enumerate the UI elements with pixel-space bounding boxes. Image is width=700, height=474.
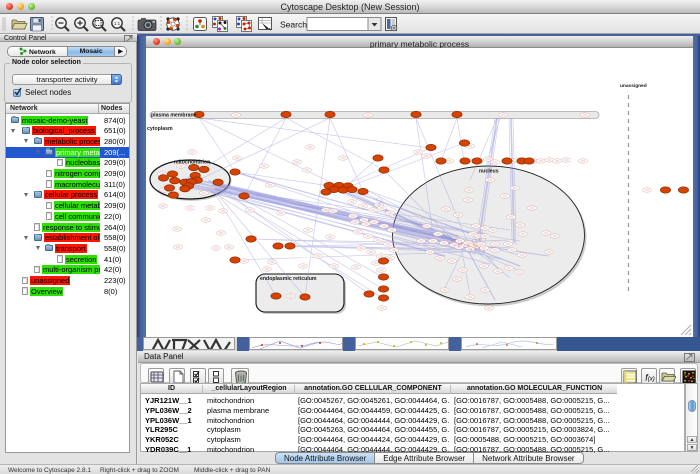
svg-text:plasma membrane: plasma membrane xyxy=(151,113,197,119)
svg-text:cytoplasm: cytoplasm xyxy=(147,126,173,132)
svg-text:f(x): f(x) xyxy=(645,372,655,382)
svg-text:endoplasmic reticulum: endoplasmic reticulum xyxy=(260,276,317,282)
svg-text:unassigned: unassigned xyxy=(620,83,647,89)
svg-text:Search:: Search: xyxy=(280,20,309,30)
svg-text:nucleus: nucleus xyxy=(479,169,499,175)
svg-text:mitochondrion: mitochondrion xyxy=(174,160,210,166)
svg-text:1:1: 1:1 xyxy=(114,21,121,26)
